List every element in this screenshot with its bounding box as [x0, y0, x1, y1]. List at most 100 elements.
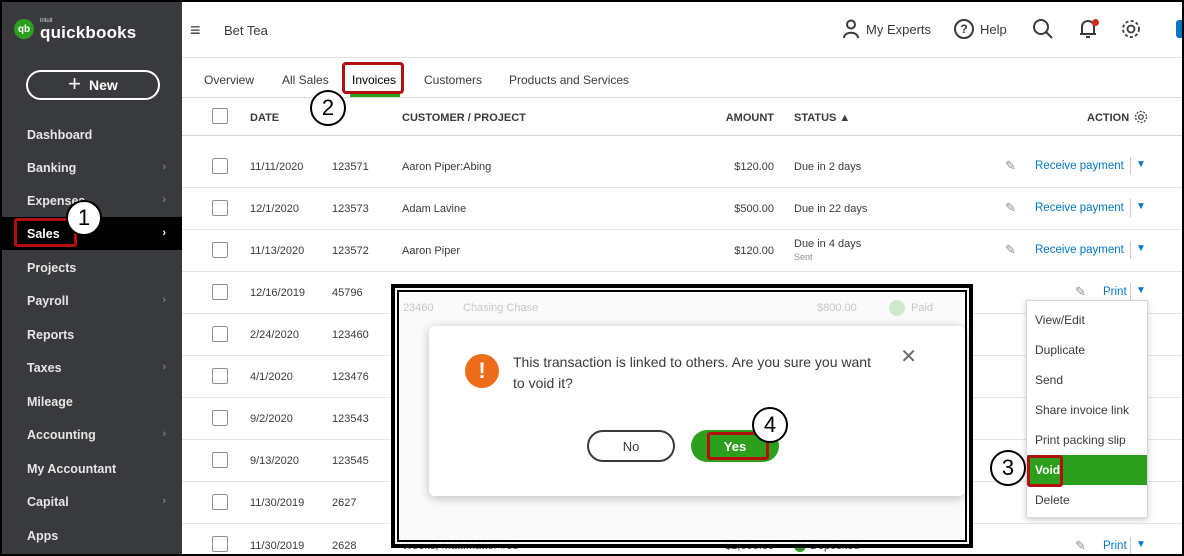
tab-products-and-services[interactable]: Products and Services [509, 73, 629, 87]
row-checkbox[interactable] [212, 326, 228, 342]
menu-item-duplicate[interactable]: Duplicate [1027, 335, 1147, 365]
table-row[interactable]: 12/1/2020 123573 Adam Lavine $500.00 Due… [182, 188, 1182, 230]
sidebar-item-label: Accounting [27, 427, 96, 442]
row-amount: $120.00 [734, 245, 774, 257]
row-checkbox[interactable] [212, 368, 228, 384]
menu-item-delete[interactable]: Delete [1027, 485, 1147, 515]
row-no: 123572 [332, 245, 369, 257]
sidebar-item-label: Capital [27, 494, 69, 509]
table-row[interactable]: 11/13/2020 123572 Aaron Piper $120.00 Du… [182, 230, 1182, 272]
sidebar-item-capital[interactable]: Capital › [2, 485, 182, 518]
action-divider [1130, 241, 1131, 259]
row-no: 123543 [332, 413, 369, 425]
brand-name: quickbooks [40, 22, 137, 42]
row-date: 11/30/2019 [250, 497, 305, 509]
row-checkbox[interactable] [212, 536, 228, 552]
table-row[interactable]: 11/11/2020 123571 Aaron Piper:Abing $120… [182, 146, 1182, 188]
sidebar-item-reports[interactable]: Reports [2, 318, 182, 351]
dialog-message: This transaction is linked to others. Ar… [513, 354, 871, 391]
row-customer: Adam Lavine [402, 203, 467, 215]
row-customer: Aaron Piper:Abing [402, 161, 492, 173]
edit-pencil-icon[interactable]: ✎ [1075, 284, 1086, 300]
sidebar-item-banking[interactable]: Banking › [2, 151, 182, 184]
menu-item-void[interactable]: Void [1027, 455, 1147, 485]
edit-pencil-icon[interactable]: ✎ [1005, 200, 1016, 216]
row-checkbox[interactable] [212, 284, 228, 300]
step-badge-3: 3 [990, 450, 1026, 486]
chevron-right-icon: › [162, 161, 166, 173]
caret-down-icon[interactable]: ▼ [1136, 159, 1146, 170]
avatar-edge[interactable] [1176, 20, 1182, 38]
header-date[interactable]: DATE [250, 112, 279, 124]
edit-pencil-icon[interactable]: ✎ [1005, 158, 1016, 174]
ghost-amount: $800.00 [817, 302, 857, 314]
action-divider [1130, 199, 1131, 217]
tab-all-sales[interactable]: All Sales [282, 73, 329, 87]
caret-down-icon[interactable]: ▼ [1136, 243, 1146, 254]
sidebar-item-apps[interactable]: Apps [2, 519, 182, 552]
receive-payment-link[interactable]: Receive payment [1035, 244, 1124, 256]
step-badge-4: 4 [752, 407, 788, 443]
tab-overview[interactable]: Overview [204, 73, 254, 87]
menu-item-send[interactable]: Send [1027, 365, 1147, 395]
no-button[interactable]: No [587, 430, 675, 462]
gear-icon[interactable] [1134, 110, 1148, 124]
row-amount: $120.00 [734, 161, 774, 173]
sidebar-item-label: Banking [27, 160, 77, 175]
row-checkbox[interactable] [212, 200, 228, 216]
sidebar-item-mileage[interactable]: Mileage [2, 385, 182, 418]
quickbooks-logo[interactable]: qb intuit quickbooks [14, 16, 136, 42]
caret-down-icon[interactable]: ▼ [1136, 285, 1146, 296]
settings-button[interactable] [1120, 16, 1142, 42]
help-button[interactable]: ? Help [954, 16, 1007, 42]
ghost-customer: Chasing Chase [463, 302, 539, 314]
action-dropdown-menu: View/Edit Duplicate Send Share invoice l… [1026, 300, 1148, 518]
row-checkbox[interactable] [212, 242, 228, 258]
sidebar-item-projects[interactable]: Projects [2, 251, 182, 284]
row-date: 9/2/2020 [250, 413, 293, 425]
close-icon[interactable]: ✕ [900, 344, 917, 369]
my-experts-button[interactable]: My Experts [842, 16, 931, 42]
header-status[interactable]: STATUS ▲ [794, 112, 850, 124]
row-checkbox[interactable] [212, 494, 228, 510]
print-link[interactable]: Print [1103, 540, 1127, 552]
select-all-checkbox[interactable] [212, 108, 228, 124]
row-checkbox[interactable] [212, 158, 228, 174]
menu-item-view-edit[interactable]: View/Edit [1027, 305, 1147, 335]
sidebar-item-accounting[interactable]: Accounting › [2, 418, 182, 451]
row-checkbox[interactable] [212, 410, 228, 426]
sidebar-item-dashboard[interactable]: Dashboard [2, 118, 182, 151]
tab-customers[interactable]: Customers [424, 73, 482, 87]
row-date: 12/1/2020 [250, 203, 299, 215]
step-badge-2: 2 [310, 90, 346, 126]
active-tab-indicator [350, 94, 400, 97]
action-divider [1130, 537, 1131, 554]
sidebar-item-label: My Accountant [27, 461, 117, 476]
gear-icon [1122, 20, 1140, 38]
caret-down-icon[interactable]: ▼ [1136, 201, 1146, 212]
qb-logo-icon: qb [14, 19, 34, 39]
sidebar: qb intuit quickbooks + New Dashboard Ban… [2, 2, 182, 554]
receive-payment-link[interactable]: Receive payment [1035, 202, 1124, 214]
row-no: 123545 [332, 455, 369, 467]
edit-pencil-icon[interactable]: ✎ [1075, 538, 1086, 554]
sidebar-item-payroll[interactable]: Payroll › [2, 284, 182, 317]
menu-item-print-packing-slip[interactable]: Print packing slip [1027, 425, 1147, 455]
sidebar-item-my-accountant[interactable]: My Accountant [2, 452, 182, 485]
print-link[interactable]: Print [1103, 286, 1127, 298]
row-checkbox[interactable] [212, 452, 228, 468]
new-button[interactable]: + New [26, 70, 160, 100]
search-button[interactable] [1032, 16, 1054, 42]
row-no: 123571 [332, 161, 369, 173]
header-customer[interactable]: CUSTOMER / PROJECT [402, 112, 526, 124]
receive-payment-link[interactable]: Receive payment [1035, 160, 1124, 172]
header-amount[interactable]: AMOUNT [722, 112, 774, 124]
sidebar-item-taxes[interactable]: Taxes › [2, 351, 182, 384]
edit-pencil-icon[interactable]: ✎ [1005, 242, 1016, 258]
my-experts-label: My Experts [866, 21, 932, 37]
menu-item-share-invoice-link[interactable]: Share invoice link [1027, 395, 1147, 425]
hamburger-menu-icon[interactable]: ≡ [190, 20, 201, 41]
row-date: 11/11/2020 [250, 161, 304, 173]
caret-down-icon[interactable]: ▼ [1136, 539, 1146, 550]
notifications-button[interactable] [1078, 16, 1099, 42]
